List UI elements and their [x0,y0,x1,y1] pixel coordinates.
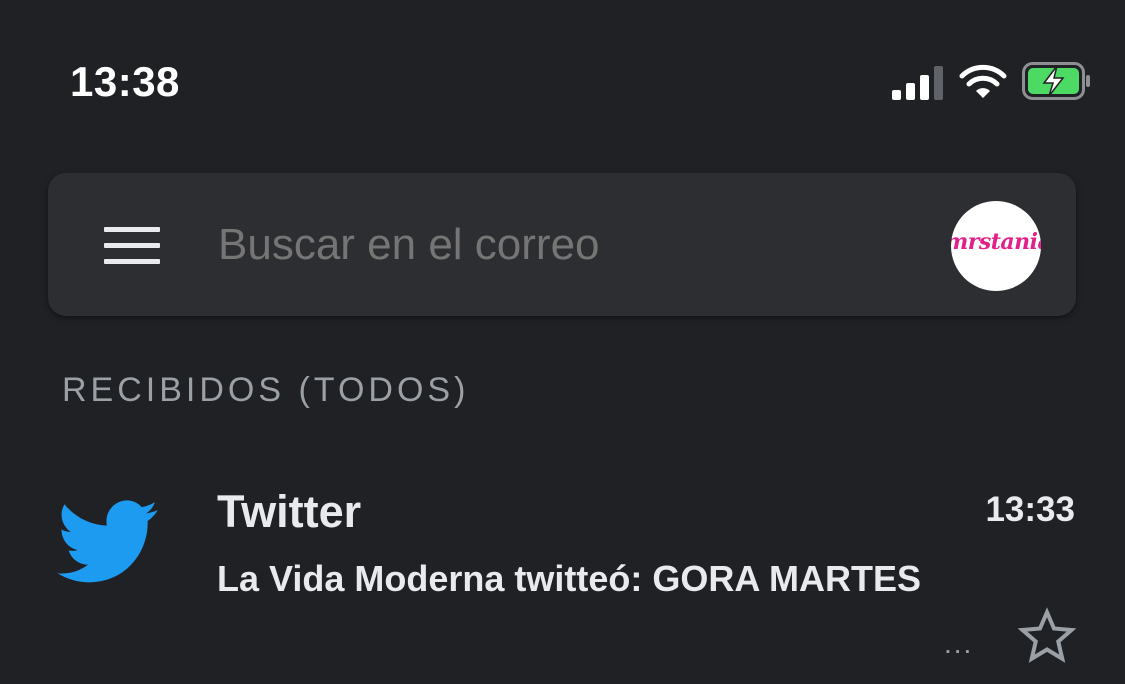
avatar[interactable]: mrstania [951,201,1041,291]
search-input[interactable] [216,209,900,281]
battery-charging-icon [1022,62,1090,100]
email-sender: Twitter [217,486,362,537]
email-time: 13:33 [985,490,1075,529]
menu-icon[interactable] [104,225,160,265]
email-subject: La Vida Moderna twitteó: GORA MARTES [217,558,922,599]
section-label: RECIBIDOS (TODOS) [62,371,470,409]
wifi-icon [959,64,1007,98]
status-time: 13:38 [70,58,180,105]
search-bar: mrstania [48,173,1076,316]
more-icon: ... [944,628,974,659]
twitter-icon [58,500,158,583]
star-icon[interactable] [1016,606,1078,666]
avatar-text: mrstania [951,229,1041,255]
email-list-item[interactable]: Twitter 13:33 La Vida Moderna twitteó: G… [0,470,1125,684]
gmail-inbox-screen: 13:38 mrstania RECI [0,0,1125,684]
signal-icon [892,66,943,100]
